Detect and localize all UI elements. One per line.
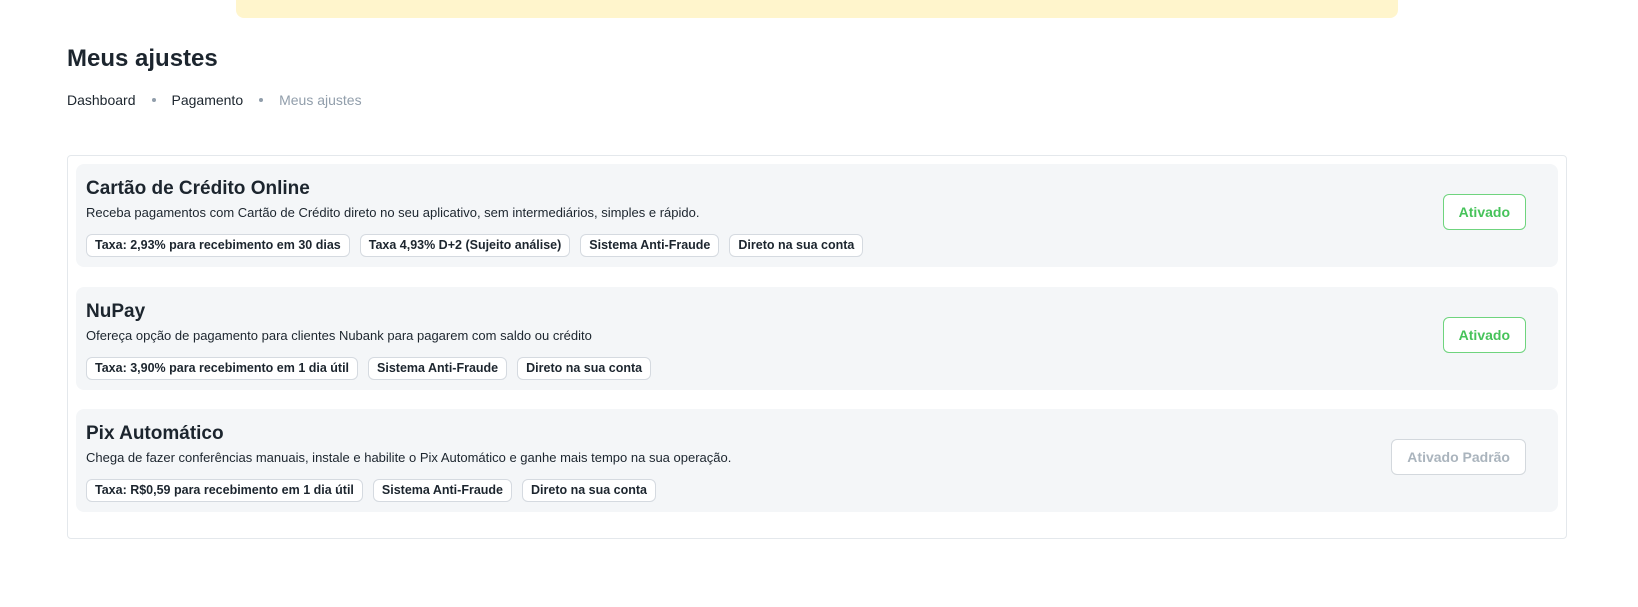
breadcrumb-separator xyxy=(151,98,156,102)
method-tag: Direto na sua conta xyxy=(729,234,864,257)
notice-banner xyxy=(236,0,1398,18)
breadcrumb-separator xyxy=(259,98,264,102)
method-tags: Taxa: 2,93% para recebimento em 30 dias … xyxy=(86,234,864,257)
method-title: NuPay xyxy=(86,301,146,322)
payment-methods-panel: Cartão de Crédito Online Receba pagament… xyxy=(67,155,1567,539)
method-tag: Taxa: R$0,59 para recebimento em 1 dia ú… xyxy=(86,479,363,502)
method-tag: Direto na sua conta xyxy=(517,357,652,380)
breadcrumb-pagamento[interactable]: Pagamento xyxy=(172,92,244,108)
pix-automatico-status-button[interactable]: Ativado Padrão xyxy=(1391,439,1526,475)
nupay-status-button[interactable]: Ativado xyxy=(1442,317,1526,353)
method-tag: Sistema Anti-Fraude xyxy=(580,234,720,257)
method-tags: Taxa: R$0,59 para recebimento em 1 dia ú… xyxy=(86,479,656,502)
method-tag: Taxa 4,93% D+2 (Sujeito análise) xyxy=(359,234,571,257)
method-title: Pix Automático xyxy=(86,423,224,444)
payment-method-pix-automatico: Pix Automático Chega de fazer conferênci… xyxy=(76,409,1558,512)
method-tag: Direto na sua conta xyxy=(522,479,656,502)
payment-method-credit-card: Cartão de Crédito Online Receba pagament… xyxy=(76,164,1558,267)
method-tags: Taxa: 3,90% para recebimento em 1 dia út… xyxy=(86,357,652,380)
breadcrumb-current: Meus ajustes xyxy=(279,92,362,108)
method-description: Receba pagamentos com Cartão de Crédito … xyxy=(86,205,700,220)
method-title: Cartão de Crédito Online xyxy=(86,178,310,199)
method-description: Ofereça opção de pagamento para clientes… xyxy=(86,328,592,343)
method-tag: Sistema Anti-Fraude xyxy=(368,357,508,380)
breadcrumb-dashboard[interactable]: Dashboard xyxy=(67,92,136,108)
method-tag: Taxa: 3,90% para recebimento em 1 dia út… xyxy=(86,357,359,380)
method-description: Chega de fazer conferências manuais, ins… xyxy=(86,450,732,465)
breadcrumb: Dashboard Pagamento Meus ajustes xyxy=(67,92,362,108)
credit-card-status-button[interactable]: Ativado xyxy=(1442,194,1526,230)
payment-method-nupay: NuPay Ofereça opção de pagamento para cl… xyxy=(76,287,1558,390)
method-tag: Taxa: 2,93% para recebimento em 30 dias xyxy=(86,234,350,257)
method-tag: Sistema Anti-Fraude xyxy=(372,479,512,502)
page-title: Meus ajustes xyxy=(67,45,218,72)
